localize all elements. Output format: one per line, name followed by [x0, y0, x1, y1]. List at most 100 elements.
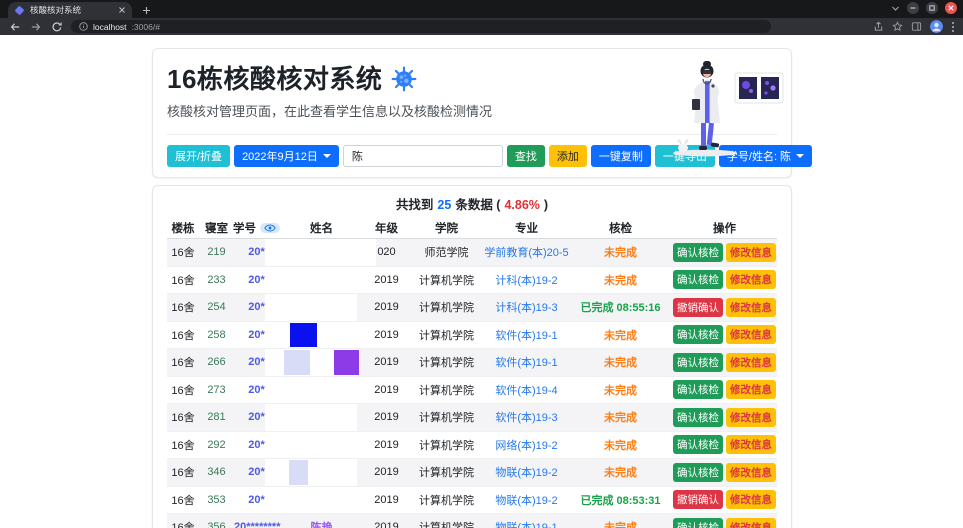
cell-major[interactable]: 物联(本)19-2 [484, 492, 569, 508]
caret-down-icon [323, 154, 331, 162]
table-row: 16舍 219 20* 020 师范学院 学前教育(本)20-5 未完成 确认核… [167, 239, 777, 267]
cell-major[interactable]: 物联(本)19-2 [484, 464, 569, 480]
cell-status: 未完成 [569, 437, 672, 453]
confirm-check-button[interactable]: 确认核检 [673, 380, 723, 399]
edit-info-button[interactable]: 修改信息 [726, 435, 776, 454]
cell-major[interactable]: 软件(本)19-3 [484, 409, 569, 425]
new-tab-button[interactable] [138, 2, 154, 18]
cell-major[interactable]: 网络(本)19-2 [484, 437, 569, 453]
edit-info-button[interactable]: 修改信息 [726, 270, 776, 289]
edit-info-button[interactable]: 修改信息 [726, 380, 776, 399]
censor-block [334, 350, 359, 375]
reload-button[interactable] [50, 20, 64, 34]
find-button[interactable]: 查找 [507, 145, 545, 167]
cell-room: 266 [199, 356, 234, 368]
profile-avatar[interactable] [930, 20, 943, 33]
column-header-actions: 操作 [672, 220, 777, 236]
cell-major[interactable]: 软件(本)19-1 [484, 354, 569, 370]
edit-info-button[interactable]: 修改信息 [726, 408, 776, 427]
copy-all-button[interactable]: 一键复制 [591, 145, 651, 167]
close-button[interactable] [945, 2, 957, 14]
table-header-row: 楼栋 寝室 学号 姓名 年级 学院 专业 核检 操作 [167, 218, 777, 239]
page-title: 16栋核酸核对系统 [167, 62, 382, 96]
cell-actions: 撤销确认 修改信息 [672, 298, 777, 317]
edit-info-button[interactable]: 修改信息 [726, 298, 776, 317]
minimize-button[interactable] [907, 2, 919, 14]
date-dropdown-button[interactable]: 2022年9月12日 [234, 145, 339, 167]
menu-kebab-icon[interactable] [951, 21, 955, 33]
confirm-check-button[interactable]: 确认核检 [673, 243, 723, 262]
cell-name [279, 239, 364, 266]
cell-grade: 2019 [364, 439, 409, 451]
confirm-check-button[interactable]: 确认核检 [673, 353, 723, 372]
browser-tab[interactable]: 核酸核对系统 [8, 2, 132, 18]
cell-college: 计算机学院 [409, 299, 484, 315]
censor-block [289, 460, 308, 485]
cell-college: 计算机学院 [409, 464, 484, 480]
back-button[interactable] [8, 20, 22, 34]
chevron-down-icon[interactable] [891, 4, 900, 13]
cell-name [279, 267, 364, 294]
sid-visibility-toggle[interactable] [260, 223, 280, 233]
confirm-check-button[interactable]: 确认核检 [673, 270, 723, 289]
toolbar-icons [873, 20, 955, 33]
revoke-check-button[interactable]: 撤销确认 [673, 298, 723, 317]
confirm-check-button[interactable]: 确认核检 [673, 408, 723, 427]
confirm-check-button[interactable]: 确认核检 [673, 325, 723, 344]
result-percent: 4.86% [504, 198, 539, 212]
cell-room: 353 [199, 494, 234, 506]
edit-info-button[interactable]: 修改信息 [726, 325, 776, 344]
table-row: 16舍 254 20* 2019 计算机学院 计科(本)19-3 已完成 08:… [167, 294, 777, 322]
cell-major[interactable]: 计科(本)19-2 [484, 272, 569, 288]
cell-college: 计算机学院 [409, 327, 484, 343]
side-panel-icon[interactable] [911, 21, 922, 32]
result-count: 25 [437, 198, 451, 212]
browser-chrome: 核酸核对系统 [0, 0, 963, 35]
cell-room: 254 [199, 301, 234, 313]
cell-major[interactable]: 软件(本)19-1 [484, 327, 569, 343]
cell-actions: 确认核检 修改信息 [672, 325, 777, 344]
bookmark-star-icon[interactable] [892, 21, 903, 32]
censor-overlay [265, 239, 376, 266]
site-info-icon[interactable] [79, 22, 88, 31]
cell-college: 计算机学院 [409, 492, 484, 508]
tab-title: 核酸核对系统 [30, 4, 113, 16]
cell-grade: 2019 [364, 494, 409, 506]
edit-info-button[interactable]: 修改信息 [726, 490, 776, 509]
censor-block [284, 350, 310, 375]
toggle-collapse-button[interactable]: 展开/折叠 [167, 145, 230, 167]
confirm-check-button[interactable]: 确认核检 [673, 518, 723, 528]
cell-room: 219 [199, 246, 234, 258]
cell-building: 16舍 [167, 437, 199, 453]
caret-down-icon [796, 154, 804, 162]
column-header-building: 楼栋 [167, 220, 199, 236]
cell-college: 计算机学院 [409, 272, 484, 288]
address-bar[interactable]: localhost :3006/# [71, 20, 771, 33]
revoke-check-button[interactable]: 撤销确认 [673, 490, 723, 509]
edit-info-button[interactable]: 修改信息 [726, 518, 776, 528]
confirm-check-button[interactable]: 确认核检 [673, 435, 723, 454]
cell-major[interactable]: 物联(本)19-1 [484, 519, 569, 528]
censor-overlay [265, 267, 357, 294]
share-icon[interactable] [873, 21, 884, 32]
cell-building: 16舍 [167, 519, 199, 528]
cell-major[interactable]: 计科(本)19-3 [484, 299, 569, 315]
cell-status: 未完成 [569, 244, 672, 260]
edit-info-button[interactable]: 修改信息 [726, 463, 776, 482]
tab-close-icon[interactable] [118, 6, 126, 14]
result-summary: 共找到25条数据 (4.86%) [167, 196, 777, 214]
forward-button[interactable] [29, 20, 43, 34]
maximize-button[interactable] [926, 2, 938, 14]
cell-name [279, 459, 364, 486]
cell-actions: 撤销确认 修改信息 [672, 490, 777, 509]
cell-status: 已完成 08:55:16 [569, 299, 672, 315]
cell-name [279, 322, 364, 349]
search-input[interactable] [343, 145, 503, 167]
cell-major[interactable]: 学前教育(本)20-5 [484, 244, 569, 260]
edit-info-button[interactable]: 修改信息 [726, 243, 776, 262]
cell-major[interactable]: 软件(本)19-4 [484, 382, 569, 398]
favicon-icon [14, 5, 25, 16]
add-button[interactable]: 添加 [549, 145, 587, 167]
confirm-check-button[interactable]: 确认核检 [673, 463, 723, 482]
edit-info-button[interactable]: 修改信息 [726, 353, 776, 372]
